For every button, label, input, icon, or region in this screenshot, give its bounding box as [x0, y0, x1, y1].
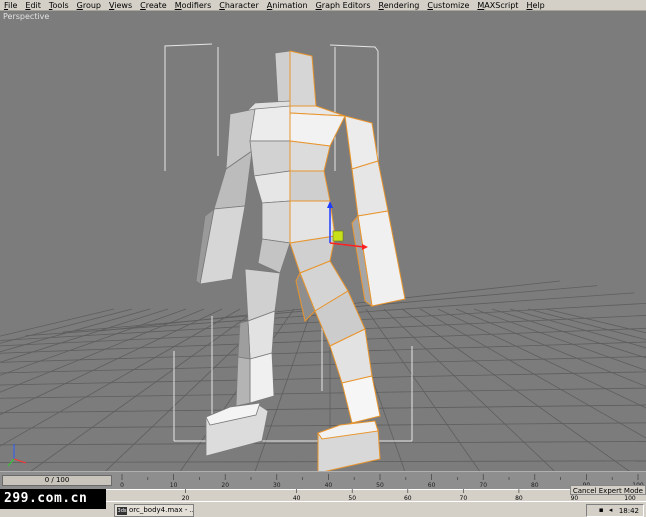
grid-line [0, 308, 223, 416]
taskbar-window-label: orc_body4.max - ... [129, 506, 194, 514]
frame-track[interactable]: 0102030405060708090100 [118, 474, 646, 488]
frame-ruler: 20 40 50 60 70 80 90 100 [182, 489, 636, 501]
timeline-bar: 0 / 100 0102030405060708090100 [0, 471, 646, 489]
grid-line [0, 308, 169, 363]
clock: 18:42 [618, 506, 639, 515]
track-tick-label: 0 [120, 482, 124, 488]
menu-customize[interactable]: Customize [423, 0, 473, 11]
menu-help[interactable]: Help [522, 0, 548, 11]
grid-line [455, 308, 646, 387]
menu-character[interactable]: Character [215, 0, 263, 11]
cancel-expert-mode-button[interactable]: Cancel Expert Mode [569, 485, 646, 495]
scene-canvas[interactable] [0, 11, 646, 471]
perspective-viewport[interactable]: Perspective [0, 11, 646, 471]
grid-line [0, 356, 646, 374]
menu-file[interactable]: File [0, 0, 21, 11]
menu-modifiers[interactable]: Modifiers [171, 0, 216, 11]
menu-edit[interactable]: Edit [21, 0, 45, 11]
track-tick-label: 10 [170, 482, 178, 488]
grid-line [0, 422, 646, 429]
menu-maxscript[interactable]: MAXScript [473, 0, 522, 11]
track-tick-label: 50 [376, 482, 384, 488]
volume-icon[interactable]: ◂ [609, 507, 616, 514]
network-icon[interactable]: ▪ [599, 507, 606, 514]
menu-graph-editors[interactable]: Graph Editors [312, 0, 375, 11]
track-tick-label: 60 [428, 482, 436, 488]
taskbar-window-button[interactable]: 3ds orc_body4.max - ... [114, 504, 194, 517]
menu-tools[interactable]: Tools [45, 0, 73, 11]
grid-line [0, 387, 646, 399]
viewport-label[interactable]: Perspective [3, 12, 49, 21]
menu-create[interactable]: Create [136, 0, 171, 11]
menu-rendering[interactable]: Rendering [375, 0, 424, 11]
track-tick-label: 20 [221, 482, 229, 488]
max-app-icon: 3ds [117, 507, 127, 515]
menu-bar: File Edit Tools Group Views Create Modif… [0, 0, 646, 11]
menu-views[interactable]: Views [105, 0, 136, 11]
track-tick-label: 80 [531, 482, 539, 488]
grid-line [365, 308, 480, 471]
grid-line [0, 308, 187, 376]
track-tick-label: 40 [325, 482, 333, 488]
grid-line [0, 308, 205, 393]
system-tray: ▪ ◂ 18:42 [586, 504, 644, 517]
track-tick-label: 70 [479, 482, 487, 488]
time-slider[interactable]: 0 / 100 [2, 475, 112, 486]
site-watermark: 299.com.cn [0, 489, 106, 509]
menu-animation[interactable]: Animation [263, 0, 312, 11]
menu-group[interactable]: Group [73, 0, 105, 11]
track-tick-label: 30 [273, 482, 281, 488]
